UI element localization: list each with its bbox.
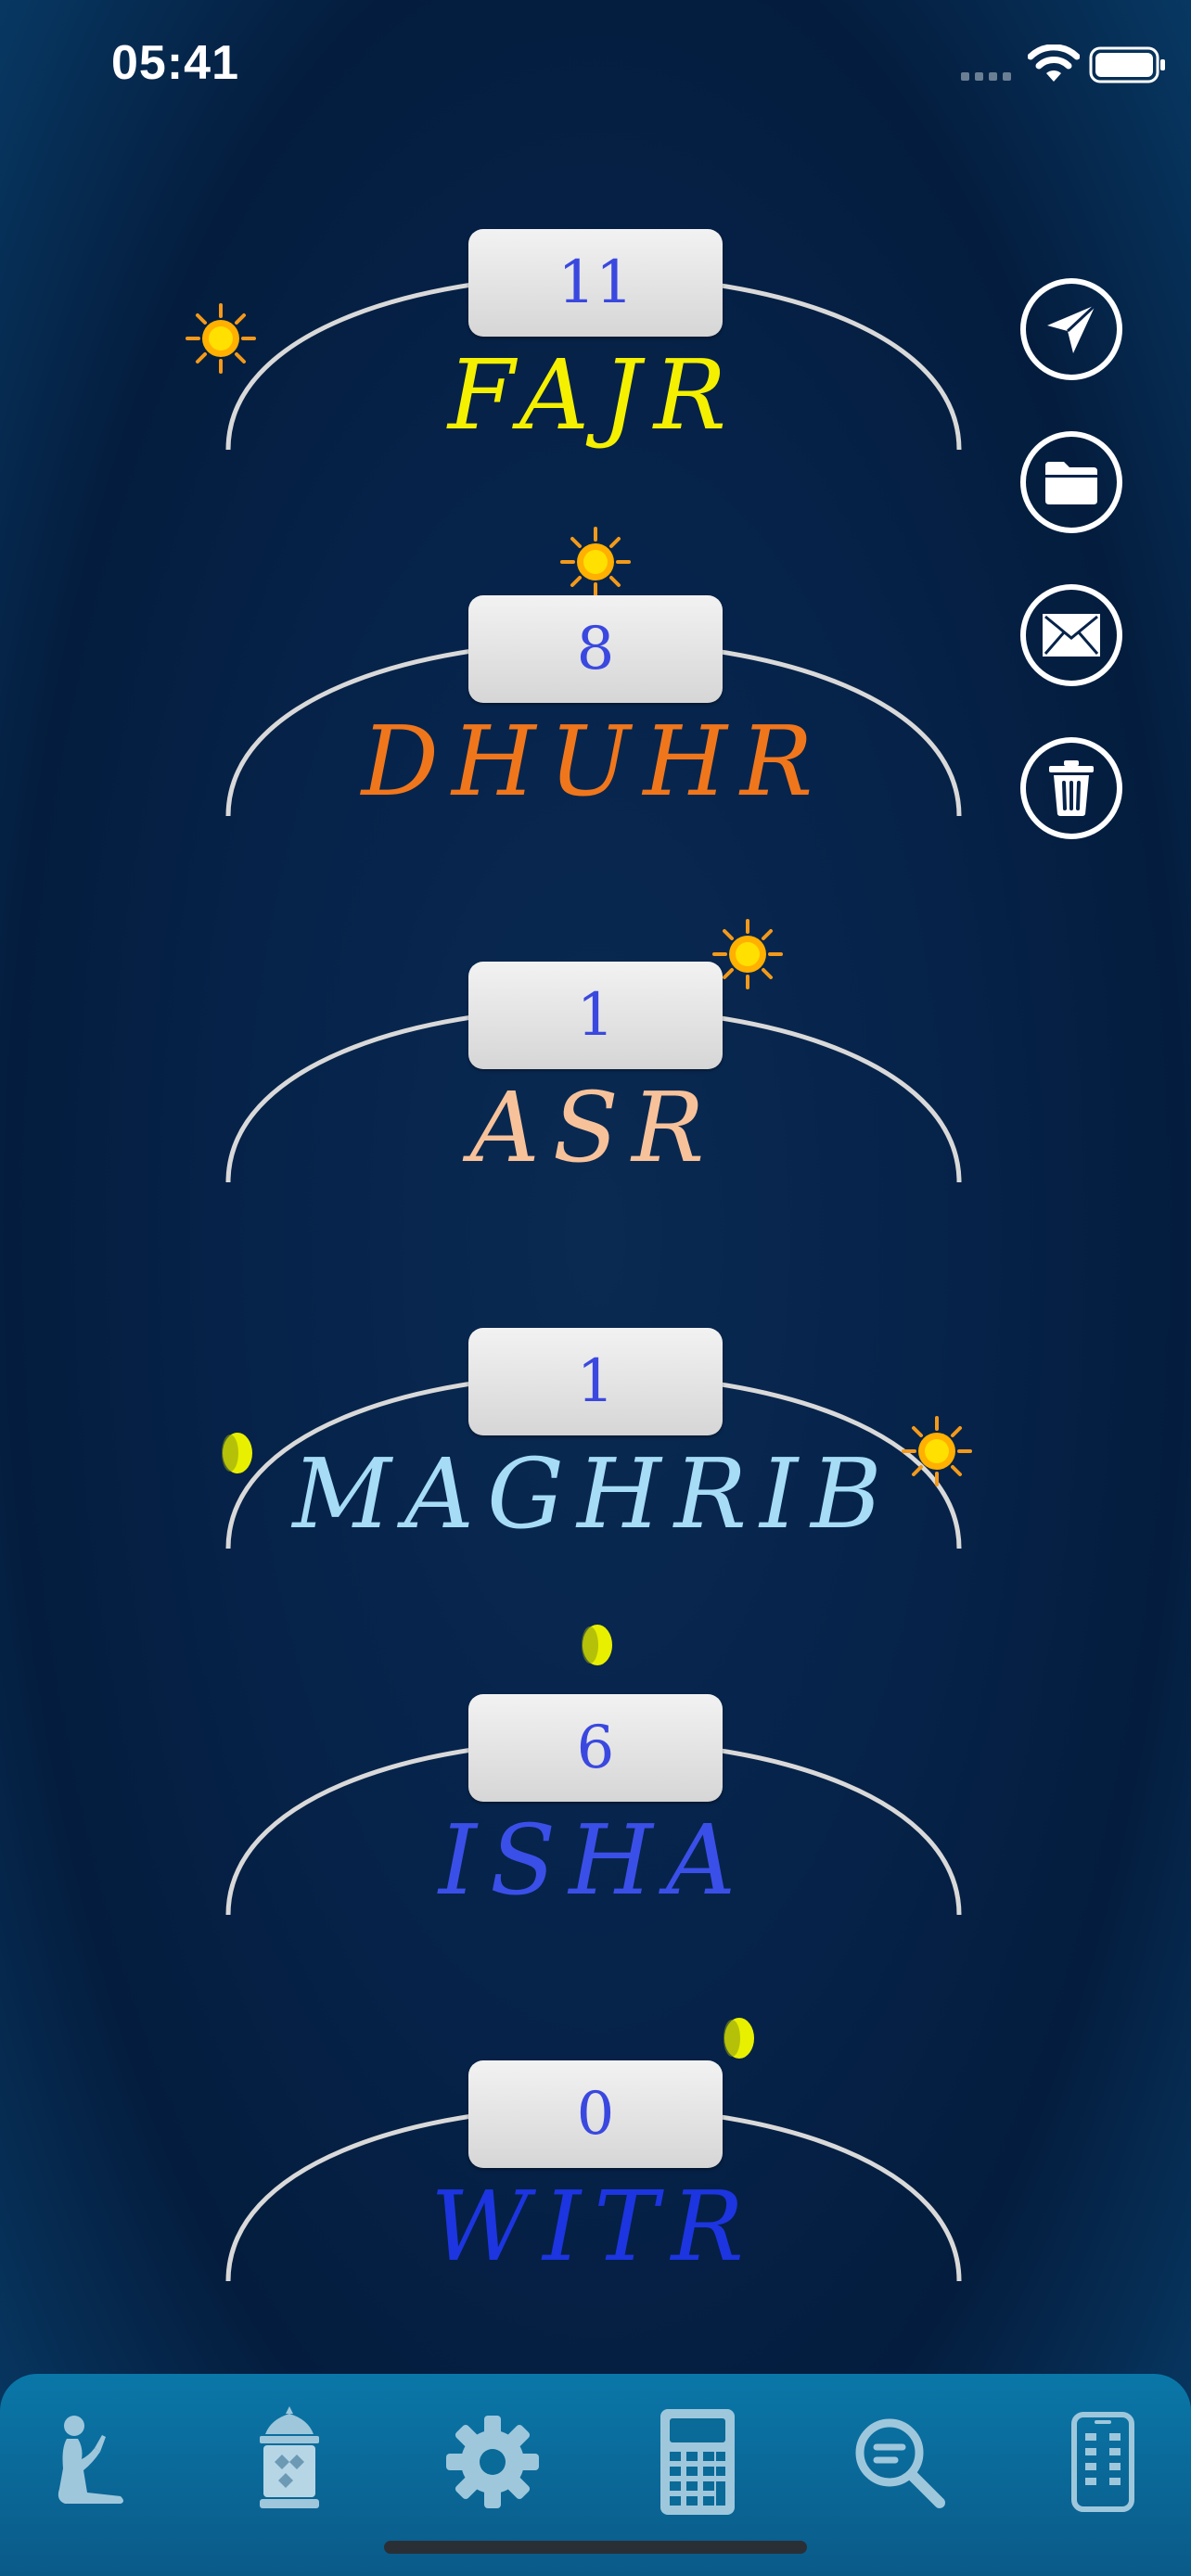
battery-icon [1089,46,1165,83]
lantern-icon [260,2406,319,2508]
trash-icon [1049,760,1094,816]
send-icon [1047,303,1097,353]
signal-icon [961,72,1011,81]
delete-button[interactable] [1020,737,1122,839]
wifi-icon [1028,45,1080,82]
folder-icon [1045,462,1097,504]
search-icon [855,2418,945,2508]
prayer-count-box[interactable]: 1 [468,1328,723,1435]
prayer-count-box[interactable]: 8 [468,595,723,703]
prayer-name-label: Witr [430,2170,757,2283]
prayer-maghrib[interactable]: 1 Maghrib [222,1280,972,1558]
phone-icon [1071,2412,1134,2512]
prayer-asr[interactable]: 1 Asr [223,913,965,1192]
tab-prayer[interactable] [28,2402,148,2522]
folder-button[interactable] [1020,431,1122,533]
prayer-fajr[interactable]: 11 Fajr [186,181,965,459]
prayer-dhuhr[interactable]: 8 Dhuhr [223,527,965,825]
moon-icon [724,2018,754,2059]
tab-search[interactable] [839,2402,959,2522]
prayer-person-icon [58,2416,123,2504]
prayer-isha[interactable]: 6 Isha [223,1625,965,1924]
tab-device[interactable] [1043,2402,1163,2522]
app-screen: 05:41 11 FAJR 8 DHUHR 1 ASR 1 MAGHRIB 6 … [0,0,1191,2576]
tab-settings[interactable] [432,2402,553,2522]
prayer-count-box[interactable]: 6 [468,1694,723,1802]
tab-calculator[interactable] [637,2402,758,2522]
prayer-witr[interactable]: 0 Witr [223,2012,965,2290]
send-button[interactable] [1020,278,1122,380]
prayer-count-box[interactable]: 11 [468,229,723,337]
home-indicator[interactable] [384,2541,807,2554]
mail-button[interactable] [1020,584,1122,686]
mail-icon [1043,614,1100,657]
prayer-name-label: Isha [438,1804,749,1917]
gear-icon [446,2416,539,2508]
moon-icon [582,1625,612,1665]
status-time: 05:41 [111,36,239,90]
prayer-name-label: Fajr [447,338,740,452]
calculator-icon [660,2409,735,2515]
prayer-name-label: Dhuhr [361,705,826,818]
prayer-name-label: Asr [469,1071,718,1184]
prayer-count-box[interactable]: 1 [468,962,723,1069]
sun-icon [560,527,631,597]
status-bar: 05:41 [0,0,1191,130]
tab-lantern[interactable] [229,2402,350,2522]
prayer-name-label: Maghrib [292,1437,895,1550]
prayer-count-box[interactable]: 0 [468,2060,723,2168]
